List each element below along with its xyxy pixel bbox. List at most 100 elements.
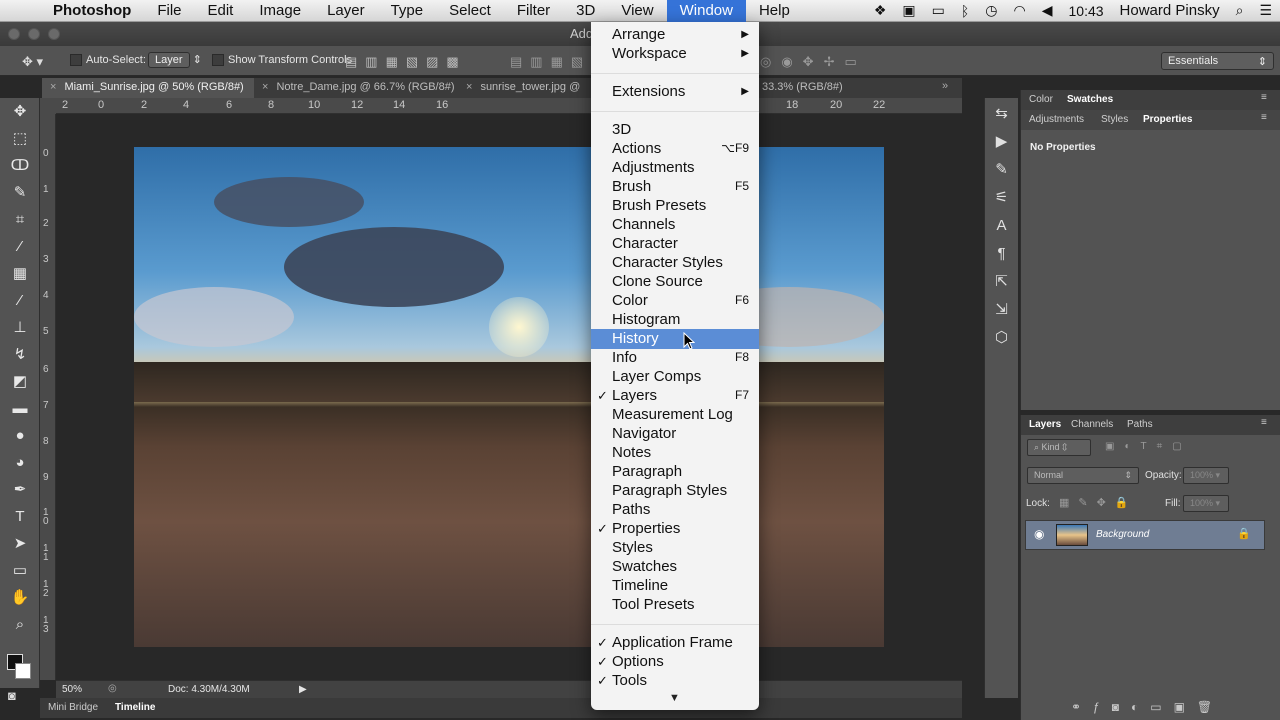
menu-item-notes[interactable]: Notes [591, 443, 759, 462]
move-tool-icon[interactable]: ✥ ▾ [22, 54, 43, 70]
scroll-down-arrow-icon[interactable]: ▼ [669, 692, 680, 704]
menu-image[interactable]: Image [246, 0, 314, 22]
panel-menu-icon[interactable]: ≡ [1261, 417, 1267, 428]
move-tool-icon[interactable]: ✥ [0, 98, 40, 125]
actions-panel-icon[interactable]: ▶ [985, 128, 1018, 156]
menu-item-color[interactable]: Color F6 [591, 291, 759, 310]
opacity-field[interactable]: 100% ▾ [1183, 467, 1229, 484]
menu-item-paragraph-styles[interactable]: Paragraph Styles [591, 481, 759, 500]
tab-layers[interactable]: Layers [1029, 419, 1061, 430]
ruler-origin[interactable] [40, 98, 56, 114]
hand-tool-icon[interactable]: ✋ [0, 584, 40, 611]
history-brush-tool-icon[interactable]: ↯ [0, 341, 40, 368]
menu-select[interactable]: Select [436, 0, 504, 22]
dodge-tool-icon[interactable]: ◕ [0, 449, 40, 476]
menu-item-tools[interactable]: ✓ Tools [591, 671, 759, 690]
zoom-level[interactable]: 50% [62, 684, 82, 695]
lock-options-icons[interactable]: ▦✎✥🔒 [1059, 496, 1138, 509]
paragraph-styles-panel-icon[interactable]: ⇲ [985, 296, 1018, 324]
tab-styles[interactable]: Styles [1101, 114, 1128, 125]
layer-row-background[interactable]: ◉ Background 🔒 [1025, 520, 1265, 550]
healing-brush-tool-icon[interactable]: ▦ [0, 260, 40, 287]
menu-item-extensions[interactable]: Extensions ▶ [591, 82, 759, 101]
menu-edit[interactable]: Edit [195, 0, 247, 22]
clone-stamp-tool-icon[interactable]: ⊥ [0, 314, 40, 341]
dropbox-icon[interactable]: ❖ [866, 2, 895, 19]
menu-item-timeline[interactable]: Timeline [591, 576, 759, 595]
volume-icon[interactable]: ◀ [1034, 2, 1061, 19]
menu-item-options[interactable]: ✓ Options [591, 652, 759, 671]
close-window-button[interactable] [8, 28, 20, 40]
menu-item-tool-presets[interactable]: Tool Presets [591, 595, 759, 614]
menu-item-measurement-log[interactable]: Measurement Log [591, 405, 759, 424]
tabs-overflow-icon[interactable]: » [942, 80, 948, 92]
tab-mini-bridge[interactable]: Mini Bridge [48, 702, 98, 713]
close-tab-icon[interactable]: × [262, 81, 268, 93]
tab-properties[interactable]: Properties [1143, 114, 1192, 125]
proof-icon[interactable]: ◎ [108, 683, 117, 694]
brush-panel-icon[interactable]: ✎ [985, 156, 1018, 184]
menu-file[interactable]: File [144, 0, 194, 22]
menu-item-properties[interactable]: ✓ Properties [591, 519, 759, 538]
menu-item-swatches[interactable]: Swatches [591, 557, 759, 576]
close-tab-icon[interactable]: × [466, 81, 472, 93]
blend-mode-dropdown[interactable]: Normal ⇕ [1027, 467, 1139, 484]
menu-item-layer-comps[interactable]: Layer Comps [591, 367, 759, 386]
menu-3d[interactable]: 3D [563, 0, 608, 22]
status-menu-arrow-icon[interactable]: ▶ [299, 684, 307, 695]
layer-name[interactable]: Background [1096, 529, 1149, 540]
quick-selection-tool-icon[interactable]: ✎ [0, 179, 40, 206]
menu-layer[interactable]: Layer [314, 0, 378, 22]
tab-notre-dame[interactable]: × Notre_Dame.jpg @ 66.7% (RGB/8#) [254, 78, 455, 98]
auto-select-checkbox[interactable]: Auto-Select: [70, 54, 146, 67]
menu-item-application-frame[interactable]: ✓ Application Frame [591, 633, 759, 652]
panel-menu-icon[interactable]: ≡ [1261, 112, 1267, 123]
eraser-tool-icon[interactable]: ◩ [0, 368, 40, 395]
menu-app-name[interactable]: Photoshop [40, 0, 144, 22]
zoom-window-button[interactable] [48, 28, 60, 40]
menu-item-layers[interactable]: ✓ Layers F7 [591, 386, 759, 405]
type-tool-icon[interactable]: T [0, 503, 40, 530]
menu-item-paths[interactable]: Paths [591, 500, 759, 519]
notification-list-icon[interactable]: ☰ [1251, 2, 1280, 19]
quick-mask-icon[interactable]: ◙ [8, 688, 16, 703]
menu-item-info[interactable]: Info F8 [591, 348, 759, 367]
tab-color[interactable]: Color [1029, 94, 1053, 105]
brush-presets-panel-icon[interactable]: ⚟ [985, 184, 1018, 212]
character-styles-panel-icon[interactable]: ⇱ [985, 268, 1018, 296]
paragraph-panel-icon[interactable]: ¶ [985, 240, 1018, 268]
document-canvas[interactable] [56, 115, 962, 680]
3d-panel-icon[interactable]: ⬡ [985, 324, 1018, 352]
visibility-eye-icon[interactable]: ◉ [1034, 527, 1044, 541]
minimize-window-button[interactable] [28, 28, 40, 40]
character-panel-icon[interactable]: A [985, 212, 1018, 240]
blur-tool-icon[interactable]: ● [0, 422, 40, 449]
ruler-vertical[interactable]: 0 1 2 3 4 5 6 7 8 9 1 0 1 1 1 2 1 3 [40, 114, 56, 680]
close-tab-icon[interactable]: × [50, 81, 56, 93]
menu-item-styles[interactable]: Styles [591, 538, 759, 557]
tab-swatches[interactable]: Swatches [1067, 94, 1113, 105]
ruler-horizontal[interactable]: 2 0 2 4 6 8 10 12 14 16 18 20 22 [56, 98, 962, 114]
wifi-icon[interactable]: ◠ [1006, 2, 1034, 19]
menu-item-navigator[interactable]: Navigator [591, 424, 759, 443]
brush-tool-icon[interactable]: ⁄ [0, 287, 40, 314]
fill-field[interactable]: 100% ▾ [1183, 495, 1229, 512]
menu-item-actions[interactable]: Actions ⌥F9 [591, 139, 759, 158]
menu-item-adjustments[interactable]: Adjustments [591, 158, 759, 177]
menu-item-brush[interactable]: Brush F5 [591, 177, 759, 196]
tab-sunrise-tower[interactable]: × sunrise_tower.jpg @ [458, 78, 592, 98]
sunrise-beach-photo[interactable] [134, 147, 884, 647]
gradient-tool-icon[interactable]: ▬ [0, 395, 40, 422]
history-panel-icon[interactable]: ⇆ [985, 100, 1018, 128]
3d-mode-icon[interactable]: ◎◉✥✢▭ [760, 54, 867, 70]
marquee-tool-icon[interactable]: ⬚ [0, 125, 40, 152]
menu-item-channels[interactable]: Channels [591, 215, 759, 234]
menu-item-3d[interactable]: 3D [591, 120, 759, 139]
bluetooth-icon[interactable]: ᛒ [953, 3, 977, 19]
workspace-dropdown[interactable]: Essentials ⇕ [1161, 52, 1274, 70]
filter-kind-dropdown[interactable]: ⌕ Kind ⇕ [1027, 439, 1091, 456]
menu-item-clone-source[interactable]: Clone Source [591, 272, 759, 291]
tab-timeline[interactable]: Timeline [115, 702, 155, 713]
menu-item-character-styles[interactable]: Character Styles [591, 253, 759, 272]
time-machine-icon[interactable]: ◷ [977, 2, 1005, 19]
